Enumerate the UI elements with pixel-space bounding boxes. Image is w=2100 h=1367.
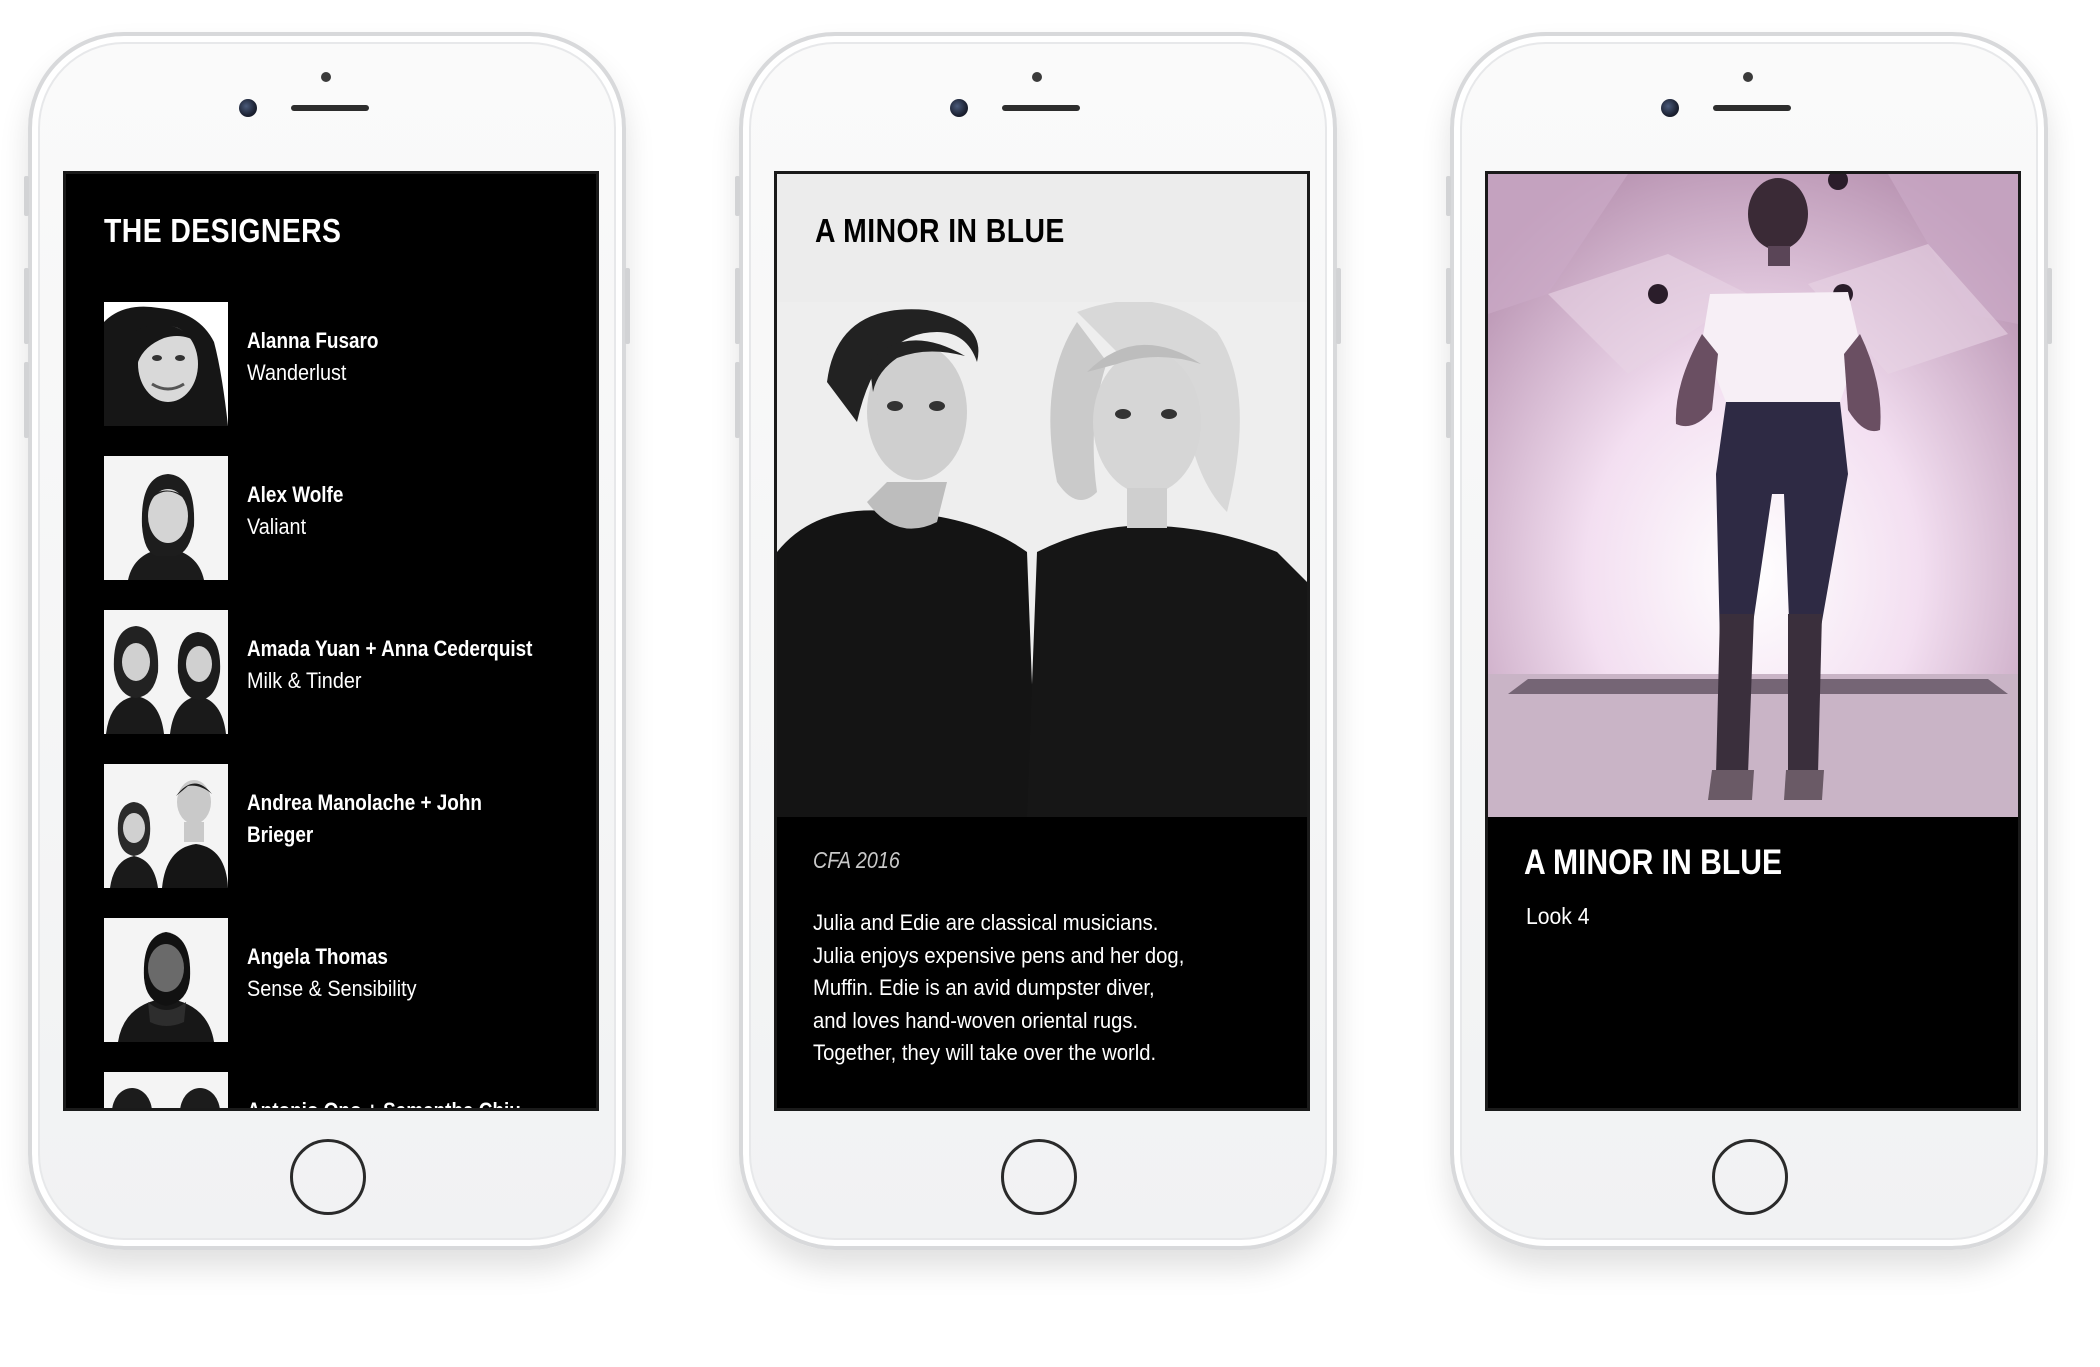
mute-switch xyxy=(24,176,29,216)
collection-info-panel: CFA 2016 Julia and Edie are classical mu… xyxy=(777,817,1307,1108)
power-button xyxy=(2047,268,2052,344)
volume-down-button xyxy=(735,362,740,438)
designer-list-item[interactable]: Alanna Fusaro Wanderlust xyxy=(104,302,574,427)
designer-portrait xyxy=(104,1072,228,1108)
designer-name-line-1: Andrea Manolache + John xyxy=(247,790,482,815)
front-camera-icon xyxy=(1032,72,1042,82)
designer-portrait xyxy=(104,456,228,580)
designer-name: Angela Thomas xyxy=(247,944,388,969)
program-label: CFA 2016 xyxy=(813,847,900,873)
power-button xyxy=(625,268,630,344)
designer-list-item[interactable]: Antonio Ono + Samantha Chiu xyxy=(104,1072,574,1111)
page-title: THE DESIGNERS xyxy=(104,212,342,249)
collection-name: Milk & Tinder xyxy=(247,668,362,693)
designer-portrait xyxy=(104,764,228,888)
designer-portrait xyxy=(104,918,228,1042)
bio-line: Julia enjoys expensive pens and her dog, xyxy=(813,942,1185,968)
look-subtitle: Look 4 xyxy=(1526,903,1590,929)
volume-down-button xyxy=(1446,362,1451,438)
designer-name: Alanna Fusaro xyxy=(247,328,379,353)
volume-up-button xyxy=(735,268,740,344)
earpiece-speaker-icon xyxy=(1713,105,1791,111)
look-screen[interactable]: A MINOR IN BLUE Look 4 xyxy=(1485,171,2021,1111)
look-photo xyxy=(1488,174,2018,817)
designer-list-item[interactable]: Amada Yuan + Anna Cederquist Milk & Tind… xyxy=(104,610,574,735)
bio-line: Muffin. Edie is an avid dumpster diver, xyxy=(813,975,1155,1000)
front-camera-icon xyxy=(1743,72,1753,82)
volume-up-button xyxy=(24,268,29,344)
bio-line: Julia and Edie are classical musicians. xyxy=(813,910,1159,935)
mute-switch xyxy=(1446,176,1451,216)
power-button xyxy=(1336,268,1341,344)
phone-frame-designers: THE DESIGNERS Alanna Fusaro Wanderlust A… xyxy=(24,32,630,1250)
front-camera-lens-icon xyxy=(950,99,968,117)
designer-portrait xyxy=(104,610,228,734)
home-button-icon[interactable] xyxy=(1001,1139,1077,1215)
collection-screen[interactable]: A MINOR IN BLUE CFA 2016 Julia and Edie … xyxy=(774,171,1310,1111)
front-camera-lens-icon xyxy=(1661,99,1679,117)
collection-name: Valiant xyxy=(247,514,307,539)
designer-name: Amada Yuan + Anna Cederquist xyxy=(247,636,533,661)
designer-name: Antonio Ono + Samantha Chiu xyxy=(247,1098,521,1111)
volume-down-button xyxy=(24,362,29,438)
designer-portrait xyxy=(104,302,228,426)
earpiece-speaker-icon xyxy=(291,105,369,111)
designer-list-item[interactable]: Angela Thomas Sense & Sensibility xyxy=(104,918,574,1043)
volume-up-button xyxy=(1446,268,1451,344)
front-camera-lens-icon xyxy=(239,99,257,117)
phone-frame-collection: A MINOR IN BLUE CFA 2016 Julia and Edie … xyxy=(735,32,1341,1250)
phone-frame-look: A MINOR IN BLUE Look 4 xyxy=(1446,32,2052,1250)
page-title: A MINOR IN BLUE xyxy=(815,212,1065,249)
bio-line: and loves hand-woven oriental rugs. xyxy=(813,1007,1139,1033)
designer-name-line-2: Brieger xyxy=(247,822,314,847)
designer-list-item[interactable]: Alex Wolfe Valiant xyxy=(104,456,574,581)
designers-screen[interactable]: THE DESIGNERS Alanna Fusaro Wanderlust A… xyxy=(63,171,599,1111)
earpiece-speaker-icon xyxy=(1002,105,1080,111)
home-button-icon[interactable] xyxy=(290,1139,366,1215)
collection-bio: Julia and Edie are classical musicians. … xyxy=(813,907,1307,1070)
designer-name: Alex Wolfe xyxy=(247,482,344,507)
designer-list-item[interactable]: Andrea Manolache + John Brieger xyxy=(104,764,574,889)
look-title: A MINOR IN BLUE xyxy=(1524,843,1783,882)
designers-photo xyxy=(777,302,1307,817)
look-info-panel: A MINOR IN BLUE Look 4 xyxy=(1488,817,2018,1108)
front-camera-icon xyxy=(321,72,331,82)
collection-name: Sense & Sensibility xyxy=(247,976,417,1001)
collection-name: Wanderlust xyxy=(247,360,347,385)
mute-switch xyxy=(735,176,740,216)
bio-line: Together, they will take over the world. xyxy=(813,1040,1157,1065)
home-button-icon[interactable] xyxy=(1712,1139,1788,1215)
